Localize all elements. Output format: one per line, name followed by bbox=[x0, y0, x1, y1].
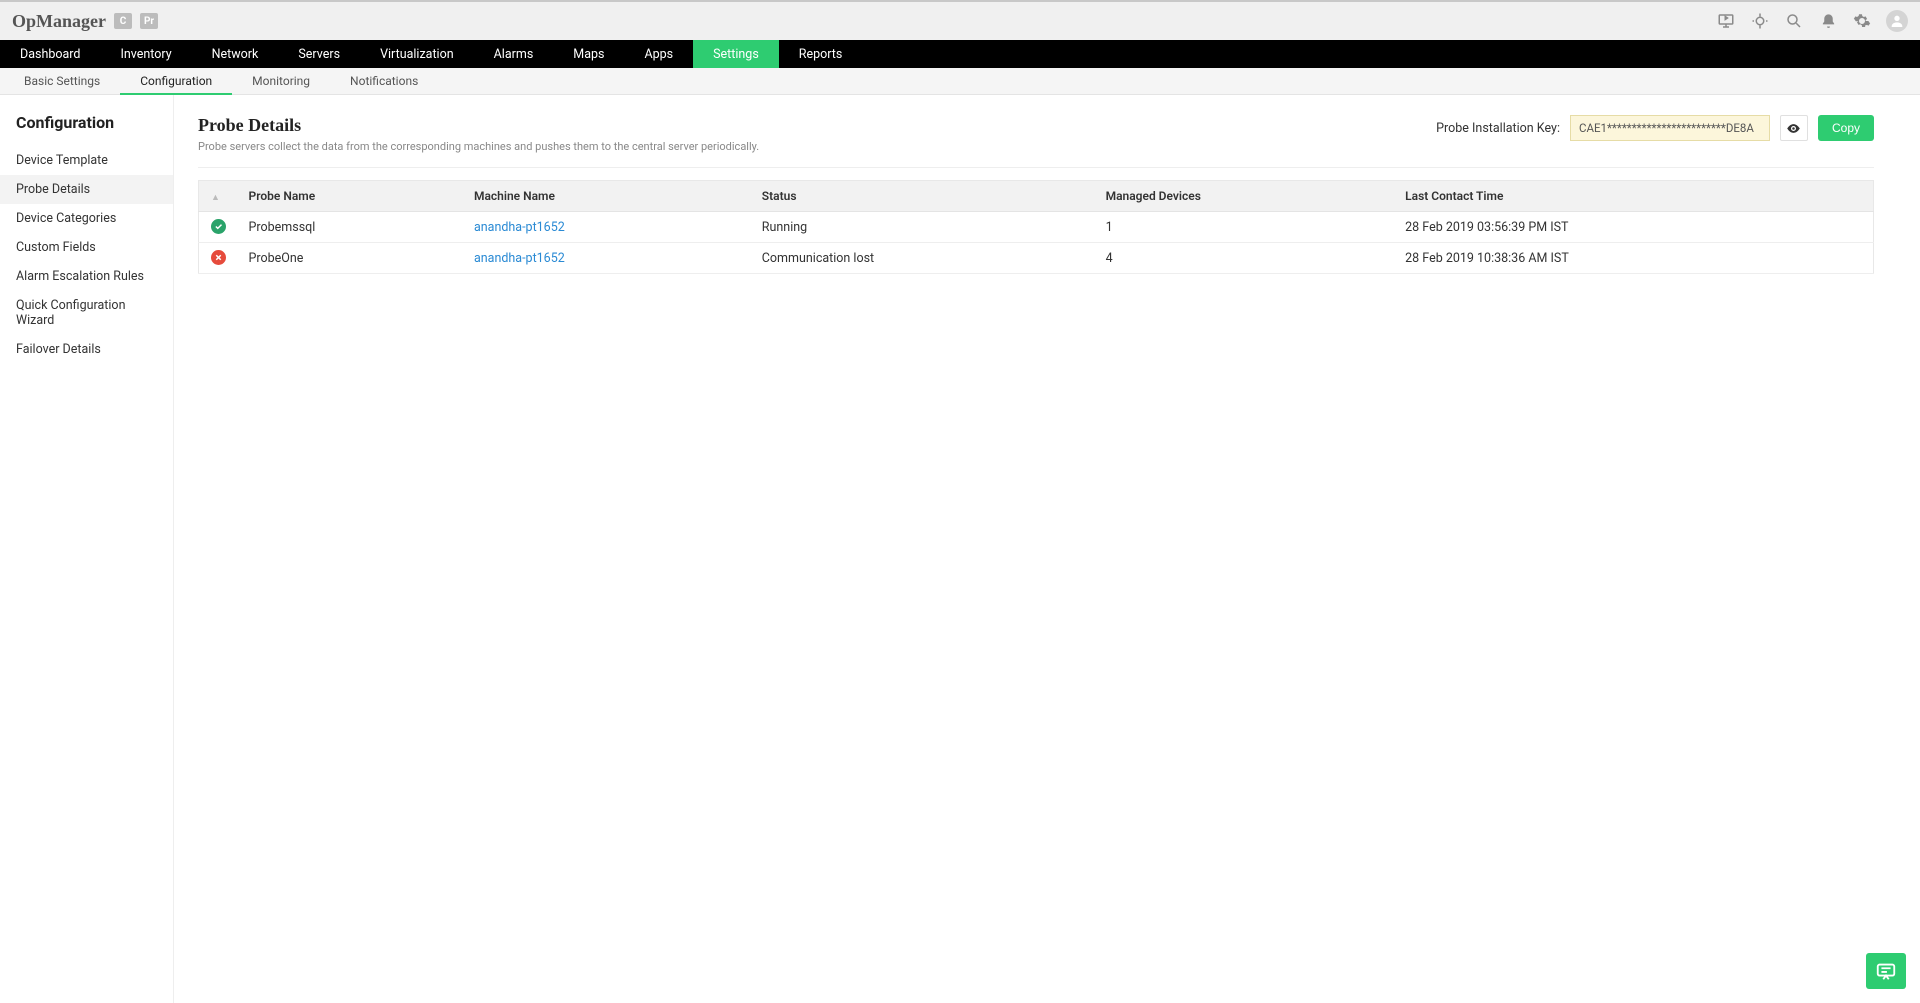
sidebar: Configuration Device TemplateProbe Detai… bbox=[0, 95, 174, 1003]
copy-button[interactable]: Copy bbox=[1818, 115, 1874, 141]
bell-icon[interactable] bbox=[1818, 11, 1838, 31]
subnav-basic-settings[interactable]: Basic Settings bbox=[4, 68, 120, 94]
sub-nav: Basic SettingsConfigurationMonitoringNot… bbox=[0, 68, 1920, 95]
sidebar-item-device-template[interactable]: Device Template bbox=[0, 146, 173, 175]
nav-virtualization[interactable]: Virtualization bbox=[360, 40, 474, 68]
plugin-icon[interactable] bbox=[1750, 11, 1770, 31]
col-probe-name[interactable]: Probe Name bbox=[239, 181, 464, 212]
nav-alarms[interactable]: Alarms bbox=[474, 40, 554, 68]
page-description: Probe servers collect the data from the … bbox=[198, 140, 759, 153]
install-key-value: CAE1************************DE8A bbox=[1570, 115, 1770, 141]
sidebar-item-alarm-escalation-rules[interactable]: Alarm Escalation Rules bbox=[0, 262, 173, 291]
nav-reports[interactable]: Reports bbox=[779, 40, 863, 68]
badge-c: C bbox=[114, 13, 132, 29]
col-sort[interactable]: ▲ bbox=[199, 181, 239, 212]
install-key-block: Probe Installation Key: CAE1************… bbox=[1436, 115, 1874, 141]
page-heading-block: Probe Details Probe servers collect the … bbox=[198, 115, 759, 153]
probe-name-cell: Probemssql bbox=[239, 212, 464, 243]
search-icon[interactable] bbox=[1784, 11, 1804, 31]
sidebar-item-custom-fields[interactable]: Custom Fields bbox=[0, 233, 173, 262]
last-contact-cell: 28 Feb 2019 03:56:39 PM IST bbox=[1395, 212, 1873, 243]
managed-devices-cell: 4 bbox=[1096, 243, 1396, 274]
probe-table: ▲ Probe Name Machine Name Status Managed… bbox=[198, 180, 1874, 274]
sort-arrow-icon: ▲ bbox=[211, 193, 220, 203]
status-cell: Communication lost bbox=[752, 243, 1096, 274]
sidebar-item-probe-details[interactable]: Probe Details bbox=[0, 175, 173, 204]
nav-settings[interactable]: Settings bbox=[693, 40, 779, 68]
error-icon bbox=[211, 250, 226, 265]
col-last-contact-time[interactable]: Last Contact Time bbox=[1395, 181, 1873, 212]
badge-pr: Pr bbox=[140, 13, 158, 29]
machine-name-cell: anandha-pt1652 bbox=[464, 243, 752, 274]
topbar-icons bbox=[1716, 10, 1908, 32]
sidebar-item-device-categories[interactable]: Device Categories bbox=[0, 204, 173, 233]
brand-block: OpManager C Pr bbox=[12, 11, 158, 32]
status-cell: Running bbox=[752, 212, 1096, 243]
col-status[interactable]: Status bbox=[752, 181, 1096, 212]
subnav-configuration[interactable]: Configuration bbox=[120, 68, 232, 94]
table-row: Probemssql anandha-pt1652 Running128 Feb 2… bbox=[199, 212, 1874, 243]
chat-fab[interactable] bbox=[1866, 953, 1906, 989]
nav-network[interactable]: Network bbox=[192, 40, 279, 68]
nav-inventory[interactable]: Inventory bbox=[100, 40, 191, 68]
page-title: Probe Details bbox=[198, 115, 759, 136]
managed-devices-cell: 1 bbox=[1096, 212, 1396, 243]
sidebar-list: Device TemplateProbe DetailsDevice Categ… bbox=[0, 146, 173, 364]
subnav-notifications[interactable]: Notifications bbox=[330, 68, 438, 94]
nav-dashboard[interactable]: Dashboard bbox=[0, 40, 100, 68]
main-nav: DashboardInventoryNetworkServersVirtuali… bbox=[0, 40, 1920, 68]
topbar: OpManager C Pr bbox=[0, 0, 1920, 40]
status-icon-cell bbox=[199, 212, 239, 243]
eye-icon bbox=[1786, 121, 1801, 136]
brand-name: OpManager bbox=[12, 11, 106, 32]
install-key-label: Probe Installation Key: bbox=[1436, 121, 1560, 136]
avatar[interactable] bbox=[1886, 10, 1908, 32]
last-contact-cell: 28 Feb 2019 10:38:36 AM IST bbox=[1395, 243, 1873, 274]
subnav-monitoring[interactable]: Monitoring bbox=[232, 68, 330, 94]
content-area: Probe Details Probe servers collect the … bbox=[174, 95, 1920, 1003]
sidebar-item-quick-configuration-wizard[interactable]: Quick Configuration Wizard bbox=[0, 291, 173, 335]
table-row: ProbeOne anandha-pt1652 Communication lost… bbox=[199, 243, 1874, 274]
nav-servers[interactable]: Servers bbox=[278, 40, 360, 68]
gear-icon[interactable] bbox=[1852, 11, 1872, 31]
sidebar-item-failover-details[interactable]: Failover Details bbox=[0, 335, 173, 364]
status-icon-cell bbox=[199, 243, 239, 274]
check-icon bbox=[211, 219, 226, 234]
nav-apps[interactable]: Apps bbox=[624, 40, 693, 68]
chat-icon bbox=[1875, 960, 1897, 982]
nav-maps[interactable]: Maps bbox=[553, 40, 624, 68]
col-managed-devices[interactable]: Managed Devices bbox=[1096, 181, 1396, 212]
probe-name-cell: ProbeOne bbox=[239, 243, 464, 274]
machine-name-cell: anandha-pt1652 bbox=[464, 212, 752, 243]
col-machine-name[interactable]: Machine Name bbox=[464, 181, 752, 212]
reveal-key-button[interactable] bbox=[1780, 115, 1808, 141]
page-header-row: Probe Details Probe servers collect the … bbox=[198, 115, 1874, 168]
machine-link[interactable]: anandha-pt1652 bbox=[474, 251, 565, 266]
machine-link[interactable]: anandha-pt1652 bbox=[474, 220, 565, 235]
sidebar-title: Configuration bbox=[0, 95, 173, 146]
presentation-icon[interactable] bbox=[1716, 11, 1736, 31]
